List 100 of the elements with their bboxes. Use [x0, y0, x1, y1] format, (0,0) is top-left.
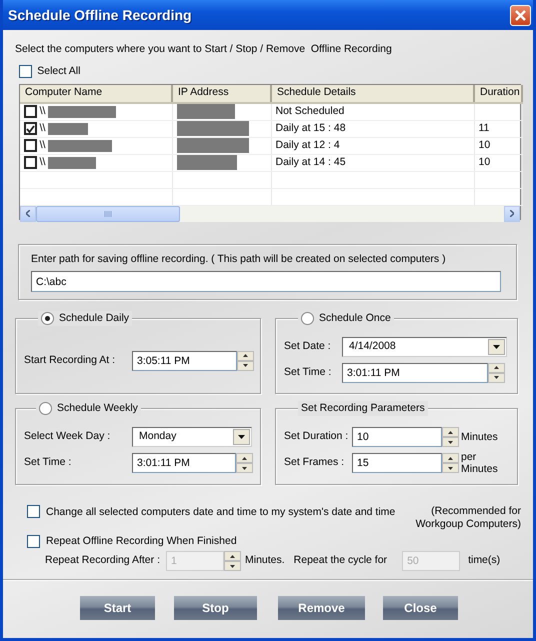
column-header[interactable]: IP Address: [172, 84, 271, 102]
action-button[interactable]: Remove: [278, 596, 365, 620]
time-field[interactable]: 3:01:11 PM: [342, 362, 488, 382]
unit-label: Minutes.: [244, 553, 285, 568]
scroll-left-button[interactable]: [20, 206, 36, 222]
radio-button[interactable]: [41, 312, 54, 325]
spin-down-button[interactable]: [236, 463, 253, 473]
date-dropdown[interactable]: 4/14/2008: [342, 336, 507, 356]
up-arrow-icon: [494, 366, 499, 369]
spin-down-button[interactable]: [442, 463, 459, 473]
spin-down-button[interactable]: [442, 437, 459, 447]
number-field[interactable]: 10: [352, 427, 442, 447]
scroll-right-button[interactable]: [504, 206, 520, 222]
redaction-bar: [176, 138, 248, 153]
time-field[interactable]: 3:05:11 PM: [132, 350, 237, 370]
horizontal-scrollbar[interactable]: [20, 206, 520, 222]
checkbox[interactable]: [19, 65, 32, 78]
spin-up-button[interactable]: [442, 427, 459, 437]
checkbox[interactable]: [24, 139, 37, 152]
caret-icon: [238, 435, 245, 439]
table-cell: Daily at 15 : 48: [276, 122, 346, 134]
field-label: Repeat the cycle for: [294, 553, 388, 568]
caret-icon: [493, 344, 500, 348]
spin-up-button[interactable]: [236, 453, 253, 463]
table-row[interactable]: \\ Daily at 12 : 4 10: [20, 137, 522, 154]
spin-down-button[interactable]: [488, 372, 505, 382]
checkbox[interactable]: [27, 534, 40, 548]
column-header[interactable]: Schedule Details: [271, 84, 474, 102]
field-label: Start Recording At :: [24, 352, 116, 368]
time-field[interactable]: 3:01:11 PM: [132, 453, 236, 473]
checkbox[interactable]: [24, 105, 37, 118]
window-title: Schedule Offline Recording: [8, 6, 192, 25]
down-arrow-icon: [494, 376, 499, 379]
spin-up-button[interactable]: [224, 551, 241, 562]
radio-label: Schedule Weekly: [57, 400, 138, 416]
down-arrow-icon: [230, 564, 235, 568]
radio-button[interactable]: [39, 402, 52, 415]
table-row[interactable]: \\ Not Scheduled: [20, 102, 522, 120]
computer-name: \\: [40, 120, 46, 136]
checkbox-label: Select All: [37, 64, 80, 79]
computer-name: \\: [40, 138, 46, 153]
down-arrow-icon: [448, 466, 453, 470]
spin-up-button[interactable]: [442, 453, 459, 463]
number-field[interactable]: 15: [352, 453, 442, 473]
table-cell: 10: [478, 138, 490, 151]
spin-down-button[interactable]: [224, 561, 241, 572]
weekday-dropdown[interactable]: Monday: [132, 427, 252, 447]
up-arrow-icon: [242, 456, 247, 460]
radio-button[interactable]: [301, 312, 314, 325]
dropdown-button[interactable]: [488, 338, 505, 354]
instruction-text: Select the computers where you want to Start / Stop / Remove Offline Recording: [15, 42, 393, 57]
field-label: Set Date :: [284, 338, 332, 354]
action-button[interactable]: Close: [383, 596, 458, 620]
table-row[interactable]: \\ Daily at 15 : 48 11: [20, 120, 522, 138]
scrollbar-thumb[interactable]: [36, 206, 180, 222]
path-label: Enter path for saving offline recording. ( This path will be created on selected computers ): [31, 252, 447, 266]
table-cell: 10: [478, 156, 490, 168]
checkbox[interactable]: [27, 504, 40, 518]
dropdown-button[interactable]: [233, 429, 250, 445]
table-cell: 11: [478, 122, 490, 134]
redaction-bar: [48, 156, 96, 169]
action-button[interactable]: Start: [80, 596, 155, 620]
action-button[interactable]: Stop: [174, 596, 257, 620]
field-label: Set Time :: [24, 455, 72, 470]
redaction-bar: [48, 140, 112, 152]
redaction-bar: [176, 120, 248, 136]
radio-dot-icon: [45, 316, 50, 321]
group-title: Set Recording Parameters: [301, 400, 425, 416]
column-header[interactable]: Computer Name: [20, 84, 172, 102]
unit-label: per Minutes: [461, 451, 499, 475]
close-button[interactable]: [510, 4, 531, 26]
check-icon: [26, 124, 35, 133]
unit-label: Minutes: [461, 431, 499, 443]
radio-label: Schedule Once: [319, 310, 391, 326]
grip-icon: [104, 210, 112, 217]
computer-name: \\: [40, 104, 46, 119]
checkbox[interactable]: [24, 156, 37, 170]
column-header[interactable]: Duration: [474, 84, 522, 102]
table-row[interactable]: \\ Daily at 14 : 45 10: [20, 154, 522, 172]
field-label: Repeat Recording After :: [45, 553, 160, 568]
table-cell: Daily at 14 : 45: [276, 156, 346, 168]
spin-up-button[interactable]: [237, 350, 254, 360]
field-label: Set Duration :: [284, 429, 350, 444]
path-field[interactable]: C:\abc: [31, 271, 501, 292]
table-cell: Daily at 12 : 4: [276, 138, 340, 151]
field-label: Select Week Day :: [24, 429, 112, 444]
redaction-bar: [176, 104, 234, 118]
close-icon: [515, 10, 526, 20]
up-arrow-icon: [230, 554, 235, 558]
checkbox[interactable]: [24, 122, 37, 136]
up-arrow-icon: [243, 354, 248, 357]
computer-name: \\: [40, 154, 46, 170]
note-text: (Recommended for Workgoup Computers): [414, 504, 521, 530]
redaction-bar: [176, 154, 236, 170]
field-label: Set Frames :: [284, 455, 346, 470]
checkbox-label: Repeat Offline Recording When Finished: [46, 534, 237, 548]
spin-up-button[interactable]: [488, 362, 505, 372]
redaction-bar: [48, 106, 116, 118]
down-arrow-icon: [243, 364, 248, 367]
spin-down-button[interactable]: [237, 360, 254, 370]
